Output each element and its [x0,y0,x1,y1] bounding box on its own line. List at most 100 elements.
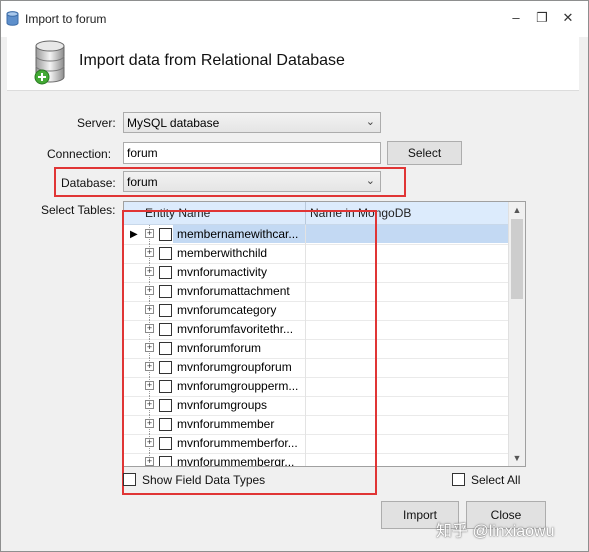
cell-divider [305,415,306,434]
expand-icon[interactable]: + [145,248,154,257]
expand-icon[interactable]: + [145,267,154,276]
select-all-label[interactable]: Select All [471,473,520,487]
entity-name: mvnforumgroups [177,398,268,412]
chevron-down-icon: ⌄ [365,175,375,187]
row-checkbox[interactable] [159,285,172,298]
row-checkbox[interactable] [159,380,172,393]
cell-divider [305,453,306,466]
expand-icon[interactable]: + [145,419,154,428]
row-checkbox[interactable] [159,247,172,260]
connection-field[interactable]: forum [123,142,381,164]
cell-divider [305,358,306,377]
entity-name: mvnforumgroupforum [177,360,292,374]
table-row[interactable]: + mvnforumforum [124,339,509,359]
cell-divider [305,434,306,453]
expand-icon[interactable]: + [145,305,154,314]
entity-name: mvnforumfavoritethr... [177,322,294,336]
entity-name: mvnforumattachment [177,284,290,298]
watermark-text: 知乎 @linxiaowu [436,523,555,540]
expand-icon[interactable]: + [145,438,154,447]
cell-divider [305,263,306,282]
chevron-down-icon: ⌄ [365,116,375,128]
minimize-button[interactable]: ‒ [505,9,527,27]
table-row[interactable]: + mvnforumfavoritethr... [124,320,509,340]
expand-icon[interactable]: + [145,362,154,371]
table-row[interactable]: + mvnforummembergr... [124,453,509,467]
entity-name: mvnforumforum [177,341,262,355]
table-row[interactable]: + mvnforumgroupperm... [124,377,509,397]
scroll-up-icon[interactable]: ▲ [509,202,525,218]
row-checkbox[interactable] [159,361,172,374]
expand-icon[interactable]: + [145,343,154,352]
vertical-scrollbar[interactable]: ▲ ▼ [508,202,525,466]
database-icon [6,11,19,26]
table-row[interactable]: + mvnforummember [124,415,509,435]
tables-grid[interactable]: Entity Name Name in MongoDB ▶ + membername… [123,201,526,467]
row-checkbox[interactable] [159,266,172,279]
select-connection-button[interactable]: Select [387,141,462,165]
table-row[interactable]: + mvnforumcategory [124,301,509,321]
cell-divider [305,377,306,396]
expand-icon[interactable]: + [145,457,154,466]
grid-header: Entity Name Name in MongoDB [124,202,509,225]
entity-name: membernamewithcar... [177,227,299,241]
entity-name: memberwithchild [177,246,268,260]
entity-name: mvnforummembergr... [177,455,295,467]
row-checkbox[interactable] [159,399,172,412]
connection-value: forum [127,146,158,160]
row-checkbox[interactable] [159,456,172,466]
table-row[interactable]: + mvnforumgroupforum [124,358,509,378]
close-window-button[interactable]: ✕ [557,9,579,27]
scroll-thumb[interactable] [511,219,523,299]
row-pointer-icon: ▶ [130,229,138,240]
expand-icon[interactable]: + [145,229,154,238]
row-checkbox[interactable] [159,437,172,450]
dialog-header: Import data from Relational Database [7,37,579,91]
cell-divider [305,301,306,320]
entity-name: mvnforumgroupperm... [177,379,299,393]
table-row[interactable]: + mvnforumactivity [124,263,509,283]
window-title: Import to forum [25,12,107,26]
table-row[interactable]: + mvnforummemberfor... [124,434,509,454]
column-header-mongodb[interactable]: Name in MongoDB [310,206,411,220]
expand-icon[interactable]: + [145,381,154,390]
database-label: Database: [61,176,116,190]
title-bar: Import to forum ‒ ❐ ✕ [1,1,588,37]
row-selection [306,225,509,243]
row-checkbox[interactable] [159,323,172,336]
expand-icon[interactable]: + [145,286,154,295]
expand-icon[interactable]: + [145,400,154,409]
cell-divider [305,396,306,415]
table-row[interactable]: + memberwithchild [124,244,509,264]
database-dropdown[interactable]: forum ⌄ [123,171,381,192]
server-dropdown[interactable]: MySQL database ⌄ [123,112,381,133]
scroll-down-icon[interactable]: ▼ [509,450,525,466]
cell-divider [305,244,306,263]
import-dialog: Import to forum ‒ ❐ ✕ Import data from R… [0,0,589,552]
restore-button[interactable]: ❐ [531,9,553,27]
entity-name: mvnforummember [177,417,275,431]
server-value: MySQL database [127,116,220,130]
table-row[interactable]: + mvnforumattachment [124,282,509,302]
database-value: forum [127,175,158,189]
table-row[interactable]: ▶ + membernamewithcar... [124,225,509,245]
show-field-types-label[interactable]: Show Field Data Types [142,473,265,487]
row-checkbox[interactable] [159,228,172,241]
cell-divider [305,225,306,244]
row-checkbox[interactable] [159,342,172,355]
server-label: Server: [77,116,116,130]
select-all-checkbox[interactable] [452,473,465,486]
entity-name: mvnforummemberfor... [177,436,298,450]
entity-name: mvnforumcategory [177,303,277,317]
cell-divider [305,339,306,358]
table-row[interactable]: + mvnforumgroups [124,396,509,416]
database-import-icon [34,40,65,85]
cell-divider [305,320,306,339]
column-header-entity[interactable]: Entity Name [145,206,210,220]
header-title: Import data from Relational Database [79,52,345,69]
row-checkbox[interactable] [159,304,172,317]
connection-label: Connection: [47,147,112,161]
row-checkbox[interactable] [159,418,172,431]
show-field-types-checkbox[interactable] [123,473,136,486]
expand-icon[interactable]: + [145,324,154,333]
